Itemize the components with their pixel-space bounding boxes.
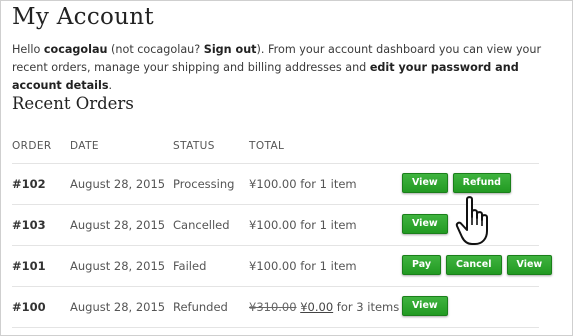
view-button[interactable]: View: [402, 173, 448, 193]
refunded-total: ¥0.00: [300, 300, 334, 314]
header-status: STATUS: [173, 140, 215, 152]
account-page: My Account Hello cocagolau (not cocagola…: [0, 0, 573, 336]
order-number[interactable]: #103: [12, 218, 46, 232]
table-row: #100 August 28, 2015 Refunded ¥310.00 ¥0…: [12, 287, 539, 328]
order-status: Refunded: [173, 300, 228, 314]
order-status: Cancelled: [173, 218, 230, 232]
intro-end: .: [108, 79, 113, 92]
view-button[interactable]: View: [402, 296, 448, 316]
order-actions: View Refund: [402, 173, 511, 193]
table-row: #101 August 28, 2015 Failed ¥100.00 for …: [12, 246, 553, 287]
order-number[interactable]: #102: [12, 177, 46, 191]
orders-table-header: ORDER DATE STATUS TOTAL: [12, 127, 539, 164]
view-button[interactable]: View: [402, 214, 448, 234]
order-total: ¥100.00 for 1 item: [249, 259, 357, 273]
hand-pointer-icon: [455, 196, 488, 245]
order-status: Processing: [173, 177, 235, 191]
order-date: August 28, 2015: [70, 259, 166, 273]
order-number[interactable]: #101: [12, 259, 46, 273]
order-total: ¥310.00 ¥0.00 for 3 items: [249, 300, 399, 314]
page-title: My Account: [12, 4, 154, 30]
intro-hello: Hello: [12, 43, 44, 56]
order-date: August 28, 2015: [70, 218, 166, 232]
order-date: August 28, 2015: [70, 300, 166, 314]
sign-out-link[interactable]: Sign out: [204, 43, 257, 56]
order-actions: View: [402, 296, 448, 316]
order-status: Failed: [173, 259, 207, 273]
order-actions: Pay Cancel View: [402, 255, 553, 275]
header-date: DATE: [70, 140, 99, 152]
header-order: ORDER: [12, 140, 52, 152]
cancel-button[interactable]: Cancel: [446, 255, 502, 275]
recent-orders-heading: Recent Orders: [12, 94, 134, 113]
total-suffix: for 3 items: [333, 300, 400, 314]
intro-username: cocagolau: [43, 43, 108, 56]
original-total: ¥310.00: [249, 300, 297, 314]
pay-button[interactable]: Pay: [402, 255, 442, 275]
order-date: August 28, 2015: [70, 177, 166, 191]
intro-not-prefix: (not cocagolau?: [107, 43, 204, 56]
order-total: ¥100.00 for 1 item: [249, 177, 357, 191]
account-intro: Hello cocagolau (not cocagolau? Sign out…: [12, 41, 564, 95]
order-actions: View: [402, 214, 448, 234]
view-button[interactable]: View: [506, 255, 553, 275]
refund-button[interactable]: Refund: [452, 173, 511, 193]
order-total: ¥100.00 for 1 item: [249, 218, 357, 232]
header-total: TOTAL: [249, 140, 285, 152]
order-number[interactable]: #100: [12, 300, 46, 314]
